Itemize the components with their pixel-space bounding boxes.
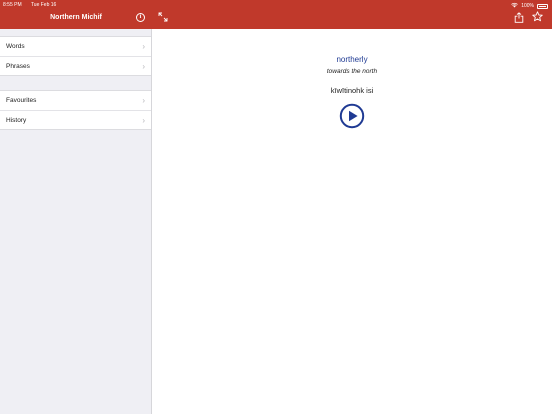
battery-icon	[537, 3, 548, 9]
chevron-right-icon: ›	[142, 42, 145, 51]
sidebar: Words › Phrases › Favourites › History ›	[0, 29, 152, 414]
sidebar-item-label: History	[6, 117, 27, 124]
entry-michif: kīwītinohk isi	[330, 86, 374, 95]
chevron-right-icon: ›	[142, 62, 145, 71]
expand-icon[interactable]	[158, 12, 168, 22]
sidebar-title: Northern Michif	[50, 14, 102, 21]
status-date: Tue Feb 16	[30, 2, 57, 8]
sidebar-item-phrases[interactable]: Phrases ›	[0, 56, 151, 75]
status-time: 8:55 PM	[3, 2, 22, 8]
sidebar-item-label: Favourites	[6, 97, 37, 104]
share-icon[interactable]	[514, 12, 524, 23]
info-icon[interactable]: i	[136, 13, 145, 22]
sidebar-item-label: Phrases	[6, 63, 30, 70]
entry-translation: towards the north	[326, 68, 378, 75]
sidebar-item-label: Words	[6, 43, 25, 50]
entry-word: northerly	[336, 55, 368, 64]
sidebar-item-favourites[interactable]: Favourites ›	[0, 91, 151, 110]
play-icon[interactable]	[339, 103, 365, 129]
navigation-bar: 8:55 PM Tue Feb 16 100% Northern Michif …	[0, 0, 552, 29]
sidebar-group-browse: Words › Phrases ›	[0, 36, 151, 76]
status-bar-left: 8:55 PM Tue Feb 16	[3, 2, 64, 8]
entry-detail: northerly towards the north kīwītinohk i…	[152, 29, 552, 414]
status-bar-right: 100%	[511, 2, 548, 10]
chevron-right-icon: ›	[142, 116, 145, 125]
sidebar-item-history[interactable]: History ›	[0, 110, 151, 129]
wifi-icon	[511, 2, 519, 10]
chevron-right-icon: ›	[142, 96, 145, 105]
battery-percent: 100%	[521, 3, 534, 9]
star-icon[interactable]	[532, 11, 543, 22]
sidebar-item-words[interactable]: Words ›	[0, 37, 151, 56]
sidebar-group-saved: Favourites › History ›	[0, 90, 151, 130]
